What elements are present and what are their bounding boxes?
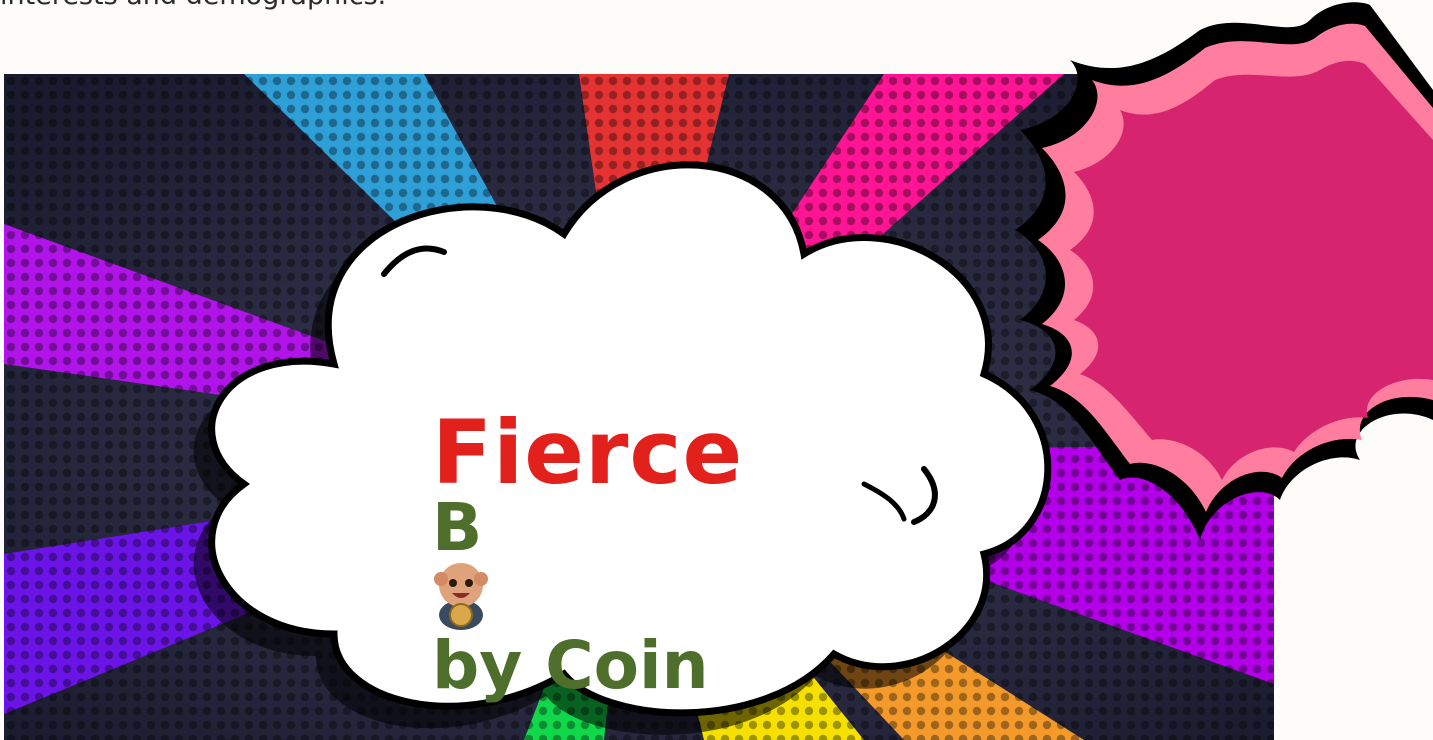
intro-text: interests and demographics. xyxy=(0,0,386,12)
logo-word-rest: by Coin xyxy=(432,627,709,704)
fierce-baby-coin-logo: Fierce B by Coin xyxy=(432,401,862,701)
logo-letter-b: B xyxy=(432,489,483,566)
page: interests and demographics. xyxy=(0,0,1433,740)
baby-mascot-icon xyxy=(434,563,488,630)
logo-word-fierce: Fierce xyxy=(432,401,744,504)
logo-word-baby-coin: B by Coin xyxy=(432,493,709,701)
comic-burst-shape xyxy=(1015,2,1433,540)
